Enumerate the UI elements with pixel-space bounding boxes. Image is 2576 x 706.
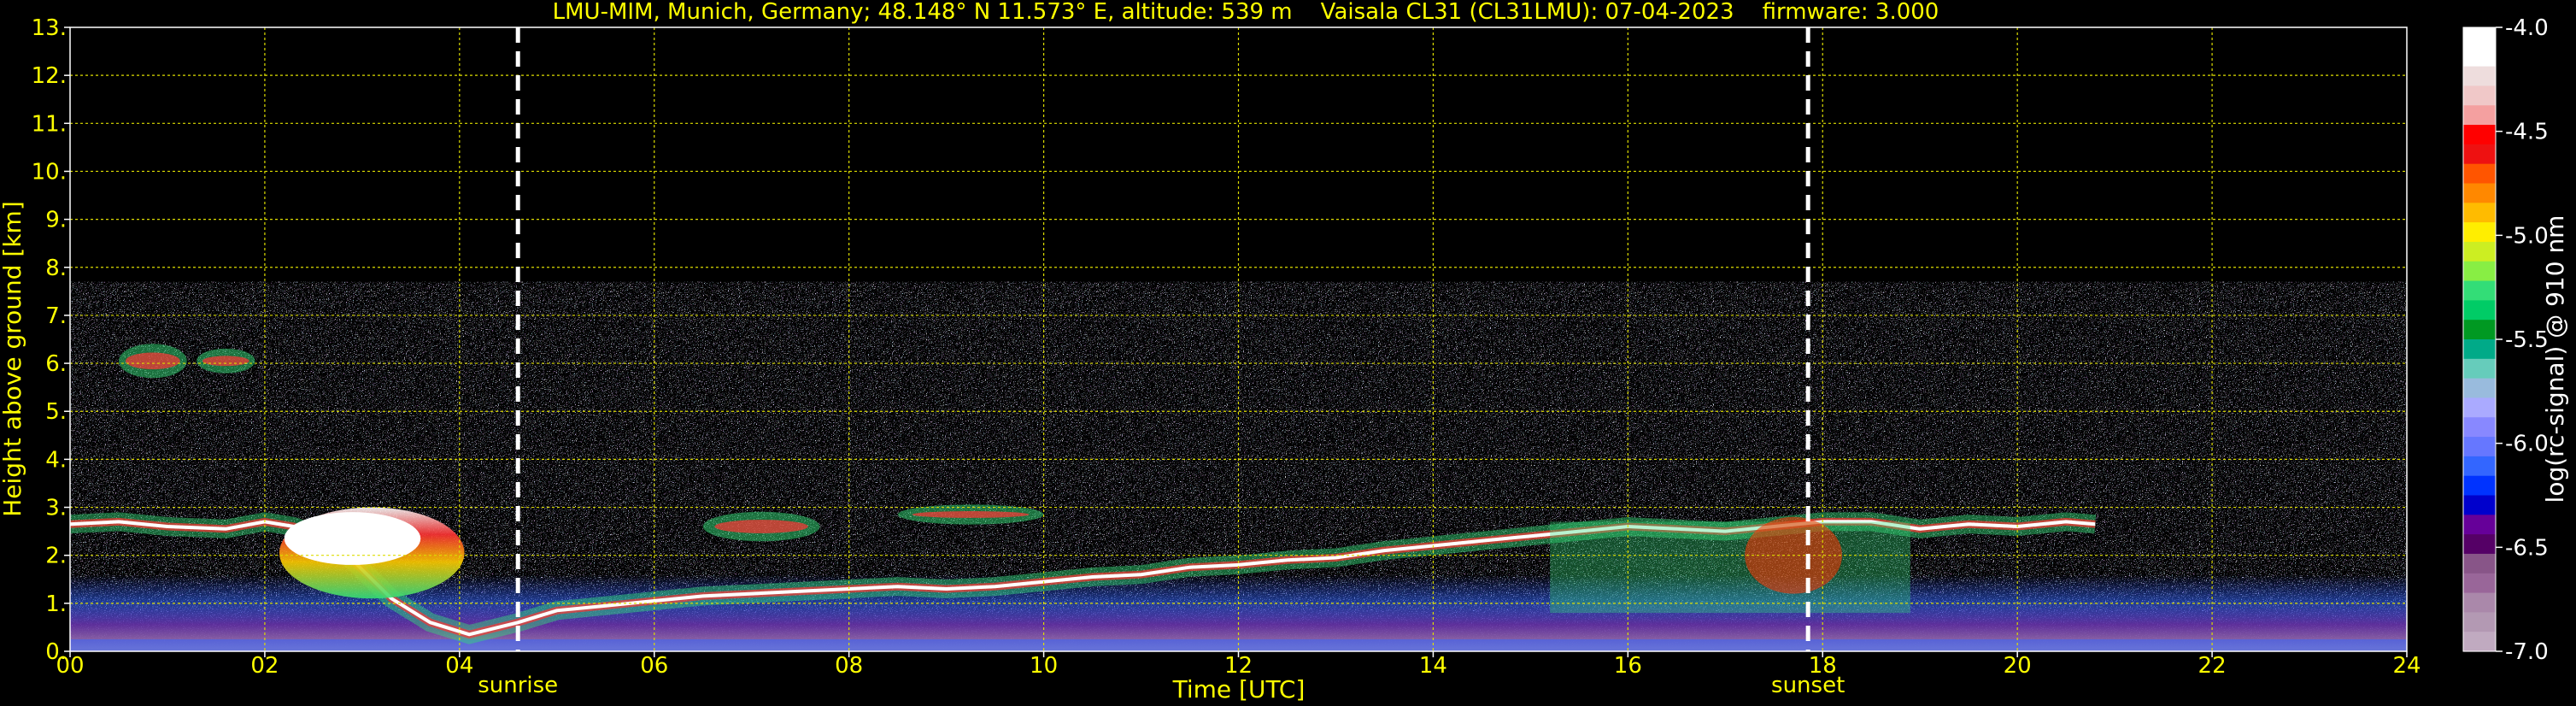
y-tick-label: 5. [45, 399, 67, 425]
colorbar [2462, 26, 2497, 652]
x-tick-label: 22 [2198, 653, 2227, 679]
x-axis-label: Time [UTC] [1172, 675, 1306, 703]
colorbar-tick-label: -4.0 [2505, 15, 2549, 41]
y-tick-label: 4. [45, 447, 67, 473]
colorbar-segment [2463, 280, 2496, 301]
y-tick-label: 10. [32, 159, 67, 185]
y-tick-label: 1. [45, 591, 67, 617]
plot-area [69, 26, 2408, 652]
sunrise-label: sunrise [478, 673, 558, 698]
y-tick-label: 11. [32, 111, 67, 137]
y-tick-label: 3. [45, 496, 67, 521]
y-axis-label: Height above ground [km] [0, 201, 26, 517]
colorbar-segment [2463, 320, 2496, 340]
colorbar-segment [2463, 592, 2496, 613]
x-tick-label: 04 [445, 653, 473, 679]
x-tick-label: 14 [1419, 653, 1447, 679]
y-tick-label: 9. [45, 208, 67, 233]
colorbar-segment [2463, 183, 2496, 203]
colorbar-segment [2463, 300, 2496, 321]
x-tick-label: 02 [250, 653, 279, 679]
colorbar-segment [2463, 495, 2496, 515]
cloud-patch [202, 356, 249, 367]
colorbar-tick-label: -4.5 [2505, 120, 2549, 145]
y-axis-ticks: 0.1.2.3.4.5.6.7.8.9.10.11.12.13. [32, 15, 70, 665]
x-tick-label: 06 [640, 653, 668, 679]
y-tick-label: 6. [45, 351, 67, 377]
colorbar-segment [2463, 378, 2496, 399]
colorbar-segment [2463, 612, 2496, 632]
morning-cloud-core [284, 512, 421, 565]
colorbar-segment [2463, 456, 2496, 477]
colorbar-segment [2463, 573, 2496, 594]
colorbar-segment [2463, 534, 2496, 555]
chart-title: LMU-MIM, Munich, Germany; 48.148° N 11.5… [553, 0, 1939, 25]
y-tick-label: 12. [32, 63, 67, 89]
y-tick-label: 2. [45, 544, 67, 569]
cloud-patch [912, 511, 1030, 518]
y-tick-label: 8. [45, 256, 67, 281]
colorbar-tick-label: -6.5 [2505, 535, 2549, 561]
colorbar-segment [2463, 339, 2496, 360]
x-tick-label: 16 [1614, 653, 1642, 679]
afternoon-convection [1550, 521, 1910, 614]
colorbar-segment [2463, 105, 2496, 126]
colorbar-segment [2463, 66, 2496, 87]
colorbar-segment [2463, 241, 2496, 262]
colorbar-segment [2463, 437, 2496, 457]
x-tick-label: 24 [2392, 653, 2421, 679]
colorbar-segment [2463, 144, 2496, 165]
x-tick-label: 08 [835, 653, 863, 679]
cloud-patch [125, 352, 180, 370]
x-tick-label: 00 [56, 653, 84, 679]
colorbar-segment [2463, 397, 2496, 418]
colorbar-segment [2463, 203, 2496, 223]
colorbar-segment [2463, 417, 2496, 438]
colorbar-segment [2463, 261, 2496, 282]
colorbar-label: log(rc-signal) @ 910 nm [2541, 215, 2569, 503]
colorbar-segment [2463, 222, 2496, 243]
colorbar-segment [2463, 46, 2496, 68]
ceilometer-chart: LMU-MIM, Munich, Germany; 48.148° N 11.5… [0, 0, 2569, 703]
colorbar-segment [2463, 515, 2496, 535]
colorbar-segment [2463, 163, 2496, 185]
cloud-patch [714, 520, 808, 533]
colorbar-segment [2463, 358, 2496, 379]
colorbar-segment [2463, 125, 2496, 145]
x-tick-label: 10 [1030, 653, 1058, 679]
colorbar-segment [2463, 553, 2496, 574]
colorbar-tick-label: -7.0 [2505, 639, 2549, 665]
y-tick-label: 7. [45, 303, 67, 329]
x-tick-label: 18 [1809, 653, 1837, 679]
y-tick-label: 13. [32, 15, 67, 41]
colorbar-segment [2463, 85, 2496, 106]
x-tick-label: 20 [2004, 653, 2032, 679]
colorbar-segment [2463, 475, 2496, 497]
colorbar-segment [2463, 27, 2496, 48]
colorbar-segment [2463, 632, 2496, 652]
